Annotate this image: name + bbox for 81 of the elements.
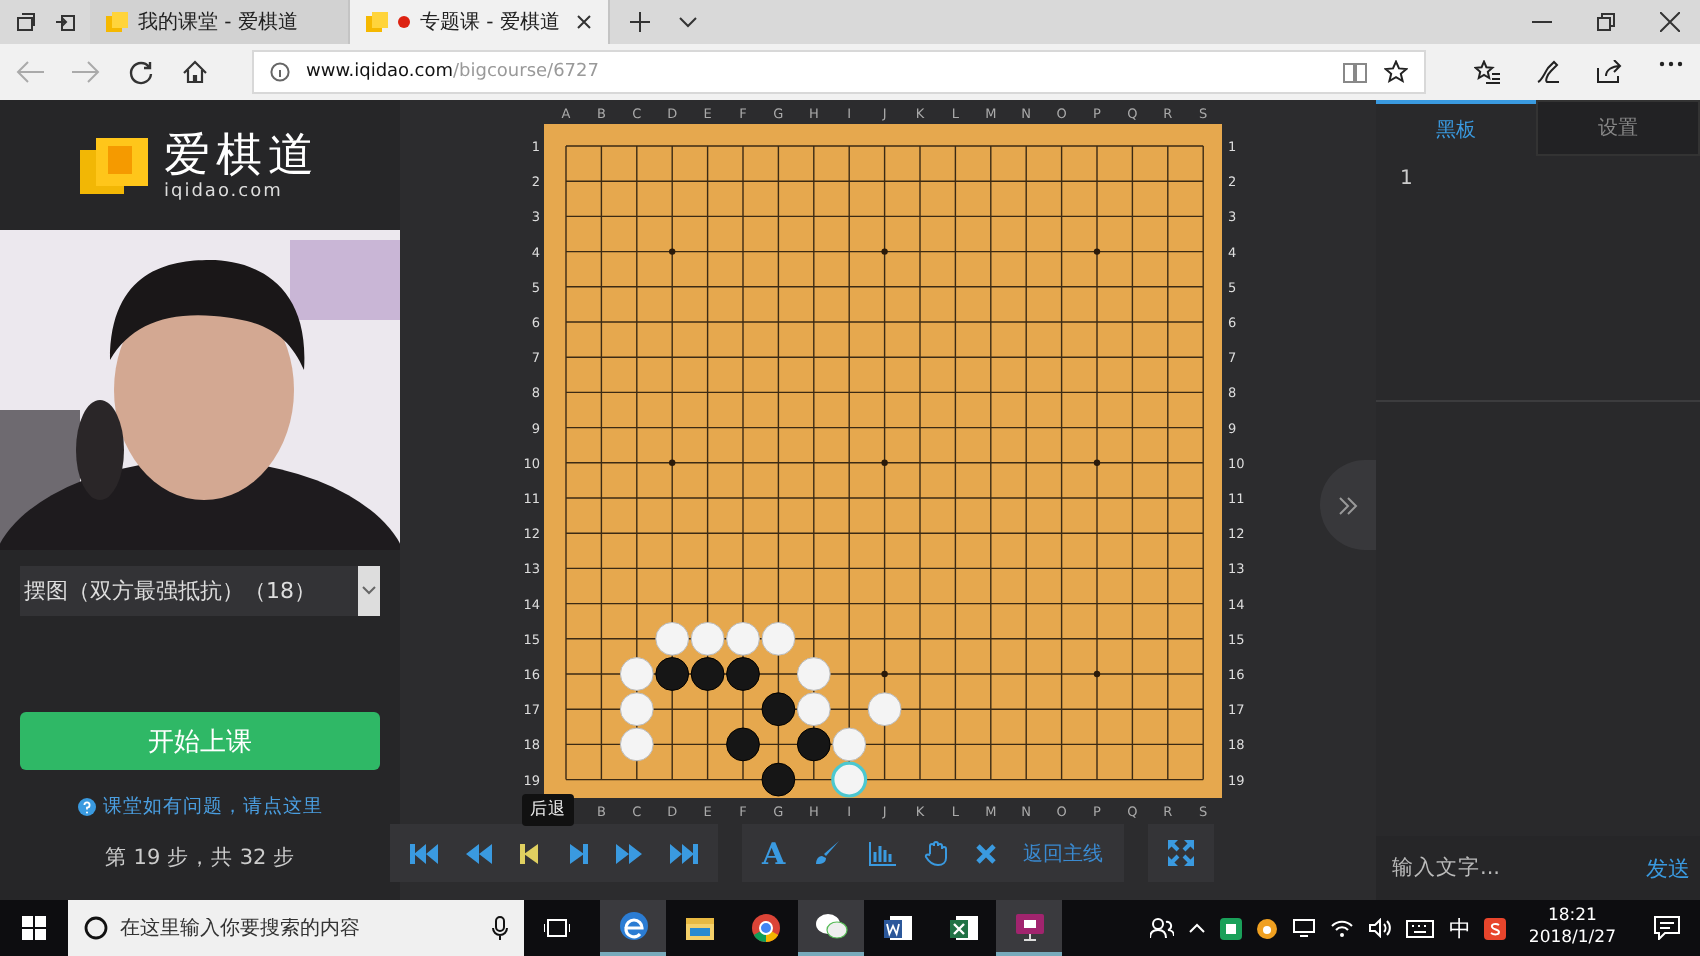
chevron-down-icon <box>362 586 376 596</box>
edge-icon <box>619 912 647 940</box>
fullscreen-button[interactable] <box>1167 840 1194 866</box>
wifi-icon[interactable] <box>1330 918 1355 938</box>
star-point <box>669 459 676 466</box>
logo-icon <box>106 11 128 33</box>
taskbar-app[interactable] <box>798 900 864 956</box>
star-point <box>1093 248 1101 255</box>
close-icon[interactable] <box>576 14 592 30</box>
restore-icon[interactable] <box>1596 12 1616 32</box>
notification-icon[interactable] <box>1654 916 1680 940</box>
star-point <box>1093 670 1101 678</box>
chevron-up-icon[interactable] <box>1188 922 1207 934</box>
move-counter: 第 19 步，共 32 步 <box>104 844 296 872</box>
clear-button[interactable] <box>975 843 996 863</box>
blackboard-text: 1 <box>1398 166 1415 190</box>
lesson-dropdown[interactable]: 摆图（双方最强抵抗）（18） <box>20 566 380 616</box>
more-icon[interactable] <box>1658 60 1684 68</box>
home-icon[interactable] <box>182 60 208 84</box>
people-icon[interactable] <box>1150 916 1175 940</box>
chart-button[interactable] <box>867 841 896 865</box>
browser-tab[interactable]: 专题课 - 爱棋道 <box>350 0 610 44</box>
back-ten-button[interactable] <box>466 841 492 865</box>
chat-input[interactable]: 输入文字... <box>1392 856 1638 880</box>
tab-aside-icon[interactable] <box>56 12 76 32</box>
chrome-icon <box>751 914 779 942</box>
taskbar-app[interactable] <box>996 900 1062 956</box>
clock-time[interactable]: 18:21 <box>1547 906 1597 928</box>
keyboard-icon[interactable] <box>1406 919 1435 937</box>
send-button[interactable]: 发送 <box>1646 853 1690 883</box>
panel-tab[interactable]: 设置 <box>1536 100 1700 156</box>
windows-icon[interactable] <box>22 916 46 940</box>
help-icon <box>77 798 95 816</box>
hand-button[interactable] <box>923 840 948 866</box>
close-icon[interactable] <box>1660 12 1680 32</box>
computer-icon[interactable] <box>1292 918 1317 938</box>
tabs-icon[interactable] <box>16 12 36 32</box>
url-text: www.iqidao.com/bigcourse/6727 <box>306 62 601 82</box>
star-point <box>669 248 676 255</box>
brush-button[interactable] <box>813 840 840 866</box>
volume-icon[interactable] <box>1368 918 1393 938</box>
task-view-icon[interactable] <box>543 918 569 938</box>
chevrons-right-icon[interactable] <box>1338 495 1358 515</box>
star-point <box>1093 459 1101 466</box>
new-tab-icon[interactable] <box>630 12 650 32</box>
folder-icon <box>685 918 713 940</box>
first-move-button[interactable] <box>410 841 438 865</box>
microphone-icon <box>492 916 508 940</box>
help-link[interactable]: 课堂如有问题，请点这里 <box>103 794 323 820</box>
last-move-button[interactable] <box>670 841 698 865</box>
tooltip: 后退 <box>522 794 574 826</box>
forward-ten-button[interactable] <box>616 841 642 865</box>
text-tool-button[interactable]: A <box>762 835 786 871</box>
clock-date[interactable]: 2018/1/27 <box>1528 928 1616 950</box>
logo-domain: iqidao.com <box>164 181 285 201</box>
star-point <box>881 459 888 466</box>
browser-tab[interactable]: 我的课堂 - 爱棋道 <box>90 0 350 44</box>
word-icon <box>883 916 911 940</box>
presentation-icon <box>1015 914 1043 941</box>
excel-icon <box>949 916 977 940</box>
app-tile-icon[interactable] <box>1220 917 1243 939</box>
input-method-indicator[interactable]: 中 <box>1448 913 1471 943</box>
refresh-icon[interactable] <box>128 59 154 85</box>
star-icon[interactable] <box>1384 60 1408 84</box>
pen-icon[interactable] <box>1536 60 1560 84</box>
star-point <box>881 670 888 678</box>
info-icon[interactable] <box>270 62 290 82</box>
logo-text: 爱棋道 <box>164 129 320 181</box>
reading-view-icon[interactable] <box>1342 61 1368 83</box>
back-button[interactable] <box>520 841 540 865</box>
share-icon[interactable] <box>1596 60 1622 84</box>
taskbar-app[interactable] <box>600 900 666 956</box>
forward-button[interactable] <box>568 841 588 865</box>
chat-bubbles-icon <box>815 914 847 939</box>
logo-icon <box>366 11 388 33</box>
star-point <box>881 248 888 255</box>
chevron-down-icon[interactable] <box>678 16 698 28</box>
dropdown-arrow-button[interactable] <box>358 566 380 616</box>
address-field[interactable]: www.iqidao.com/bigcourse/6727 <box>252 50 1426 94</box>
circle-icon <box>84 916 108 940</box>
favorites-icon[interactable] <box>1474 60 1500 84</box>
